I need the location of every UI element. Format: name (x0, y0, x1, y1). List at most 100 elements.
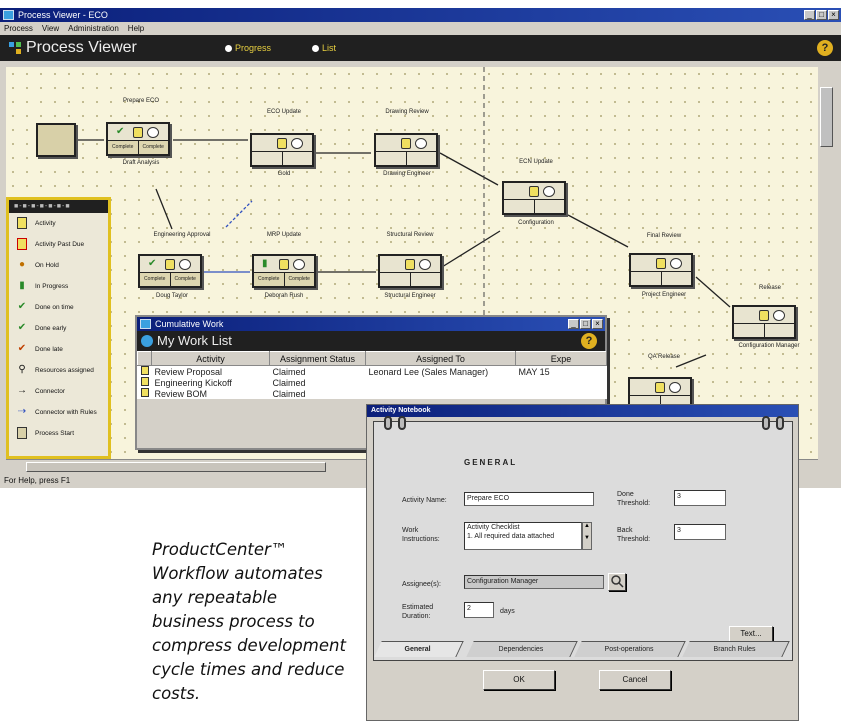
palette-item-in-progress[interactable]: ▮ In Progress (9, 276, 108, 297)
node-label: Drawing Review (385, 109, 429, 115)
scroll-down-icon[interactable]: ▼ (583, 535, 591, 541)
maximize-button[interactable]: □ (580, 319, 591, 329)
activity-icon (655, 382, 665, 393)
back-threshold-field[interactable]: 3 (674, 524, 726, 540)
resources-icon (669, 382, 681, 393)
search-icon (611, 575, 624, 588)
menu-help[interactable]: Help (128, 22, 144, 35)
palette-label: Done early (35, 325, 67, 332)
checkmark-icon: ✔ (116, 126, 125, 137)
worklist-logo-icon (141, 335, 153, 347)
ok-button[interactable]: OK (483, 670, 555, 690)
scroll-thumb[interactable] (26, 462, 326, 472)
activity-node[interactable]: ✔ Complete Complete (106, 122, 170, 156)
activity-node[interactable]: ✔ Complete Complete (138, 254, 202, 288)
column-header[interactable]: Assigned To (365, 351, 516, 366)
scroll-thumb[interactable] (820, 87, 833, 147)
minimize-button[interactable]: _ (804, 10, 815, 20)
palette-item-done-late[interactable]: ✔ Done late (9, 339, 108, 360)
scroll-up-icon[interactable]: ▲ (583, 523, 591, 529)
in-progress-icon: ▮ (19, 280, 25, 291)
resources-icon (773, 310, 785, 321)
connector-with-rules-icon: ⇢ (17, 406, 27, 417)
tab-branch-rules[interactable]: Branch Rules (682, 641, 790, 657)
column-header[interactable]: Activity (151, 351, 270, 366)
table-cell (516, 377, 607, 388)
header-title: Process Viewer (26, 39, 137, 56)
node-sublabel: Structural Engineer (384, 293, 436, 299)
activity-node[interactable] (629, 253, 693, 287)
work-instructions-field[interactable]: Activity Checklist 1. All required data … (464, 522, 582, 550)
activity-icon (165, 259, 175, 270)
marketing-caption: ProductCenter™ Workflow automates any re… (152, 540, 346, 703)
node-label: QA Release (647, 354, 681, 360)
node-label: ECO Update (266, 109, 302, 115)
close-button[interactable]: × (592, 319, 603, 329)
cancel-button[interactable]: Cancel (599, 670, 671, 690)
palette-item-done-early[interactable]: ✔ Done early (9, 318, 108, 339)
table-row[interactable]: Review BOM Claimed (138, 388, 607, 399)
palette-item-past-due[interactable]: Activity Past Due (9, 234, 108, 255)
table-cell (516, 388, 607, 399)
minimize-button[interactable]: _ (568, 319, 579, 329)
activity-node[interactable] (378, 254, 442, 288)
node-sublabel: Project Engineer (641, 292, 687, 298)
symbol-palette: ■-■-■-■-■-■-■ Activity Activity Past Due… (6, 197, 111, 459)
menu-view[interactable]: View (42, 22, 59, 35)
activity-node[interactable] (250, 133, 314, 167)
tab-post-operations[interactable]: Post-operations (574, 641, 686, 657)
palette-item-done-on-time[interactable]: ✔ Done on time (9, 297, 108, 318)
node-status: Complete (108, 141, 139, 154)
search-assignee-button[interactable] (608, 573, 626, 591)
done-early-icon: ✔ (17, 322, 27, 333)
instructions-scrollbar[interactable]: ▲ ▼ (582, 522, 592, 550)
palette-item-on-hold[interactable]: ● On Hold (9, 255, 108, 276)
assignee-field[interactable]: Configuration Manager (464, 575, 604, 589)
help-icon[interactable]: ? (581, 333, 597, 349)
resources-icon (291, 138, 303, 149)
column-header[interactable]: Assignment Status (269, 351, 366, 366)
checkmark-icon: ✔ (148, 258, 157, 269)
resources-icon (419, 259, 431, 270)
table-row[interactable]: Review Proposal Claimed Leonard Lee (Sal… (138, 366, 607, 378)
palette-label: Resources assigned (35, 367, 94, 374)
activity-icon (405, 259, 415, 270)
activity-node[interactable] (374, 133, 438, 167)
table-cell: Engineering Kickoff (154, 377, 232, 388)
days-label: days (500, 608, 515, 615)
activity-name-field[interactable]: Prepare ECO (464, 492, 594, 506)
tab-general[interactable]: General (374, 641, 464, 657)
menu-administration[interactable]: Administration (68, 22, 119, 35)
activity-node[interactable]: ▮ Complete Complete (252, 254, 316, 288)
list-radio-label: List (322, 43, 337, 53)
close-button[interactable]: × (828, 10, 839, 20)
done-threshold-field[interactable]: 3 (674, 490, 726, 506)
palette-item-process-start[interactable]: Process Start (9, 423, 108, 444)
table-row[interactable]: Engineering Kickoff Claimed (138, 377, 607, 388)
maximize-button[interactable]: □ (816, 10, 827, 20)
list-radio[interactable]: List (312, 43, 336, 53)
activity-node[interactable] (732, 305, 796, 339)
palette-header[interactable]: ■-■-■-■-■-■-■ (9, 200, 108, 213)
vertical-scrollbar[interactable] (818, 67, 835, 459)
node-sublabel: Configuration (518, 220, 554, 226)
palette-item-connector-rules[interactable]: ⇢ Connector with Rules (9, 402, 108, 423)
help-icon[interactable]: ? (817, 40, 833, 56)
menu-process[interactable]: Process (4, 22, 33, 35)
process-start-node[interactable] (36, 123, 76, 157)
palette-label: Done on time (35, 304, 74, 311)
progress-radio[interactable]: Progress (225, 43, 271, 53)
palette-label: Connector with Rules (35, 409, 97, 416)
node-label: Prepare ECO (122, 98, 159, 104)
node-sublabel: Deborah Rush (264, 293, 304, 299)
palette-label: Activity Past Due (35, 241, 85, 248)
column-header[interactable]: Expe (515, 351, 607, 366)
column-header-icon[interactable] (137, 351, 152, 366)
activity-node[interactable] (502, 181, 566, 215)
done-on-time-icon: ✔ (17, 301, 27, 312)
estimated-duration-field[interactable]: 2 (464, 602, 494, 618)
palette-item-connector[interactable]: → Connector (9, 381, 108, 402)
tab-dependencies[interactable]: Dependencies (466, 641, 578, 657)
palette-item-resources[interactable]: ⚲ Resources assigned (9, 360, 108, 381)
palette-item-activity[interactable]: Activity (9, 213, 108, 234)
